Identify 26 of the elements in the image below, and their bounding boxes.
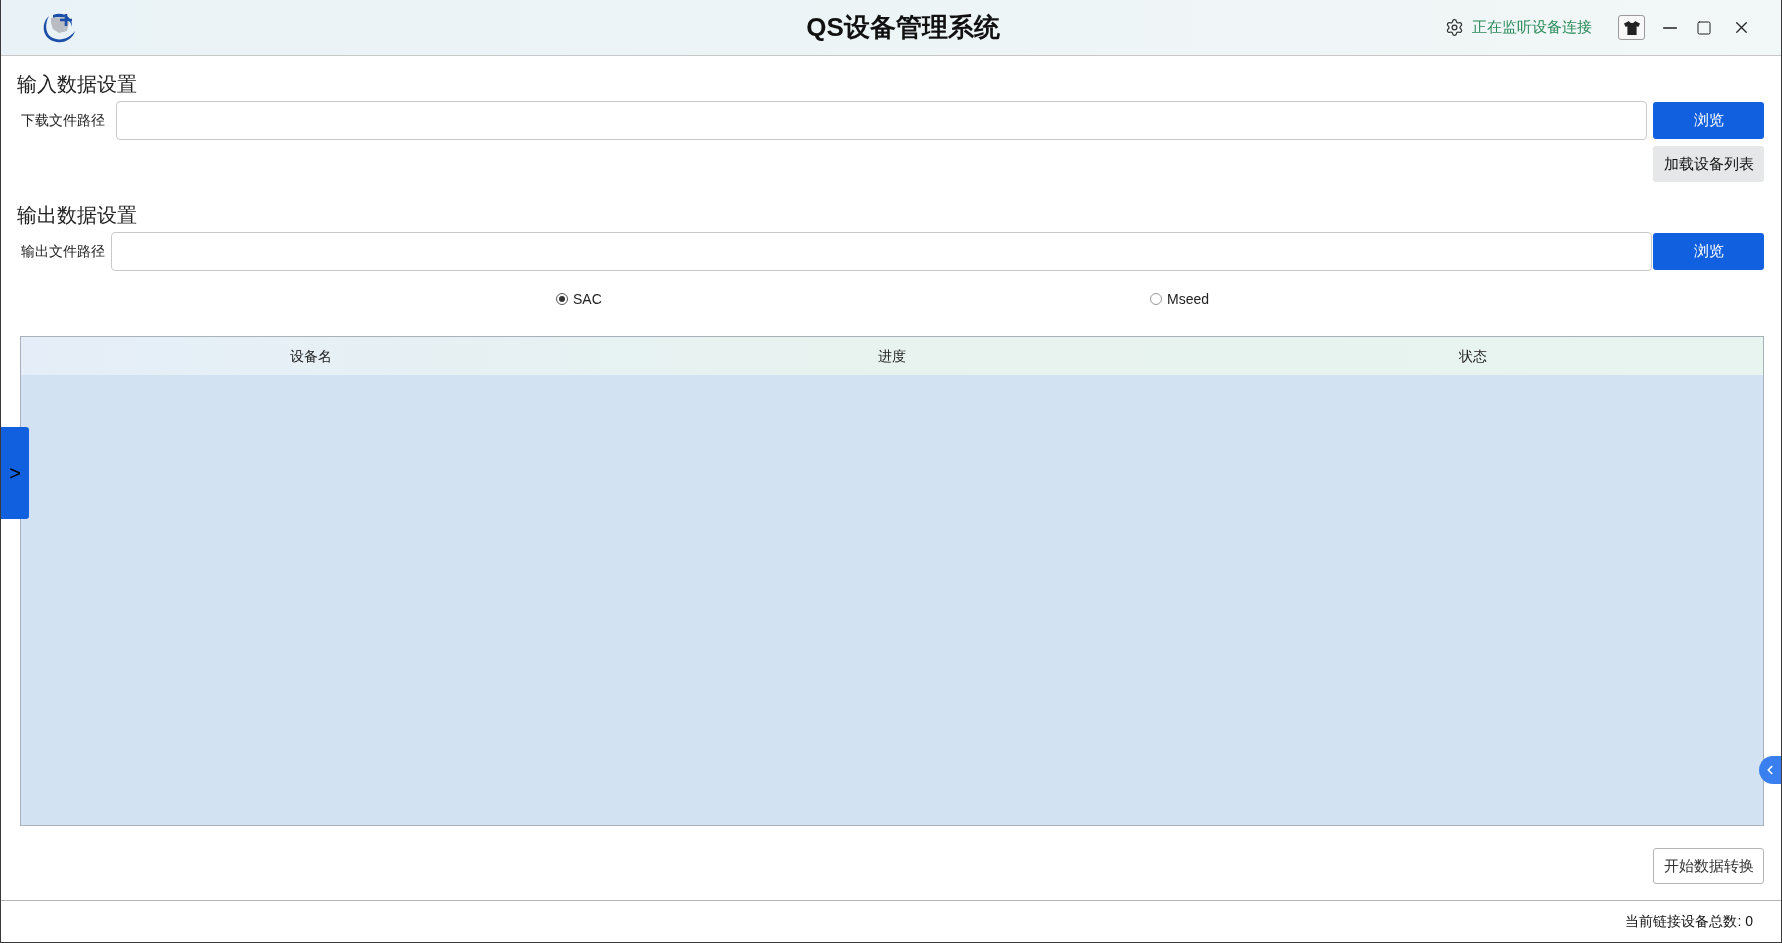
connection-status: 正在监听设备连接 xyxy=(1472,17,1592,38)
browse-button[interactable]: 浏览 xyxy=(1653,233,1764,270)
theme-button[interactable] xyxy=(1618,15,1645,40)
browse-button[interactable]: 浏览 xyxy=(1653,102,1764,139)
load-device-list-button[interactable]: 加载设备列表 xyxy=(1653,146,1764,182)
radio-button[interactable] xyxy=(1150,293,1162,305)
radio-label: Mseed xyxy=(1167,289,1210,309)
path-input-field[interactable] xyxy=(116,101,1647,140)
radio-label: SAC xyxy=(573,289,602,309)
field-label: 下载文件路径 xyxy=(21,111,106,130)
collapse-toggle[interactable] xyxy=(1759,756,1781,784)
device-count-text: 当前链接设备总数: 0 xyxy=(1625,912,1753,931)
settings-icon[interactable] xyxy=(1445,18,1464,37)
radio-button[interactable] xyxy=(556,293,568,305)
window-title: QS设备管理系统 xyxy=(805,11,1000,44)
shirt-icon xyxy=(1623,20,1640,35)
field-label: 输出文件路径 xyxy=(21,242,106,261)
path-input-field[interactable] xyxy=(111,232,1652,271)
start-conversion-button[interactable]: 开始数据转换 xyxy=(1653,848,1764,884)
section-heading: 输出数据设置 xyxy=(17,203,137,228)
column-header: 状态 xyxy=(1457,346,1488,366)
column-header: 进度 xyxy=(877,346,907,366)
maximize-icon[interactable] xyxy=(1696,19,1712,36)
section-heading: 输入数据设置 xyxy=(17,72,137,97)
column-header: 设备名 xyxy=(289,346,334,366)
sidebar-toggle[interactable]: > xyxy=(1,427,29,519)
